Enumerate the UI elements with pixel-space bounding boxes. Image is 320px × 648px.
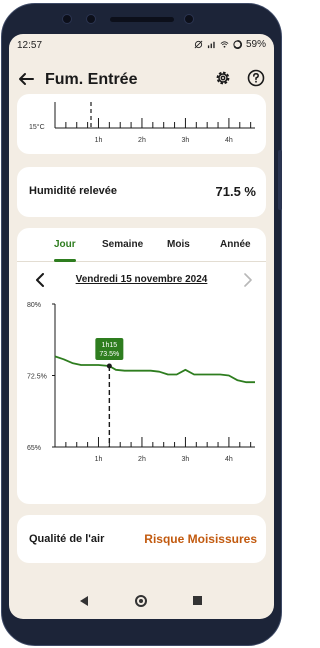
volume-button (278, 150, 282, 210)
sensor (86, 14, 96, 24)
date-navigator: Vendredi 15 novembre 2024 (17, 268, 266, 292)
arrow-left-icon[interactable] (17, 70, 35, 88)
tab-semaine[interactable]: Semaine (102, 239, 143, 250)
battery-icon (233, 40, 242, 49)
tooltip-value: 73.5% (99, 351, 119, 358)
x-tick-label: 3h (182, 456, 190, 463)
signal-icon (207, 41, 215, 49)
cursor-point (106, 363, 112, 369)
humidity-value: 71.5 % (215, 184, 256, 199)
humidity-card: Humidité relevée 71.5 % (17, 167, 266, 217)
current-date[interactable]: Vendredi 15 novembre 2024 (17, 274, 266, 285)
y-tick-label: 72.5% (27, 374, 47, 381)
page-title: Fum. Entrée (45, 71, 138, 88)
proximity-sensor (184, 14, 194, 24)
gear-icon[interactable] (214, 69, 232, 87)
chevron-right-icon[interactable] (243, 273, 253, 287)
temp-x-tick-label: 3h (182, 137, 190, 144)
air-quality-label: Qualité de l'air (29, 533, 105, 545)
nav-home-icon[interactable] (135, 595, 147, 607)
active-tab-indicator (54, 259, 76, 262)
phone-frame: 12:57 59% Fum. Entrée 15°C 1h 2h 3h 4h H… (0, 0, 283, 648)
air-quality-card: Qualité de l'air Risque Moisissures (17, 515, 266, 563)
temperature-chart: 15°C 1h 2h 3h 4h (29, 102, 255, 144)
humidity-label: Humidité relevée (29, 185, 118, 197)
humidity-series-line (54, 355, 255, 384)
x-tick-label: 2h (138, 456, 146, 463)
tab-annee[interactable]: Année (220, 239, 251, 250)
x-tick-label: 1h (95, 456, 103, 463)
temp-y-tick-label: 15°C (29, 123, 45, 131)
status-bar: 12:57 59% (9, 34, 274, 56)
temp-x-tick-label: 2h (138, 137, 146, 144)
period-tabs: Jour Semaine Mois Année (17, 228, 266, 262)
y-tick-label: 65% (27, 445, 41, 452)
front-camera (62, 14, 72, 24)
tooltip-time: 1h15 (102, 342, 118, 349)
nav-recents-icon[interactable] (193, 596, 202, 605)
status-time: 12:57 (17, 40, 43, 51)
history-chart-card: Jour Semaine Mois Année Vendredi 15 nove… (17, 228, 266, 504)
wifi-icon (220, 41, 229, 48)
help-icon[interactable] (247, 69, 265, 87)
y-tick-label: 80% (27, 302, 41, 309)
nav-back-icon[interactable] (79, 596, 89, 606)
alarm-icon (194, 40, 203, 49)
air-quality-status: Risque Moisissures (144, 532, 257, 546)
temp-x-tick-label: 1h (95, 137, 103, 144)
battery-level: 59% (245, 39, 266, 50)
app-screen: 12:57 59% Fum. Entrée 15°C 1h 2h 3h 4h H… (9, 34, 274, 619)
system-nav-bar (9, 590, 274, 614)
temp-x-tick-label: 4h (225, 137, 233, 144)
humidity-line-chart: 80% 72.5% 65% 1h 2h 3h 4h 1h15 73.5% (27, 302, 255, 463)
earpiece (110, 17, 174, 22)
tab-mois[interactable]: Mois (167, 239, 190, 250)
x-tick-label: 4h (225, 456, 233, 463)
tab-jour[interactable]: Jour (54, 239, 76, 250)
app-header: Fum. Entrée (9, 64, 274, 98)
temperature-chart-card: 15°C 1h 2h 3h 4h (17, 94, 266, 154)
